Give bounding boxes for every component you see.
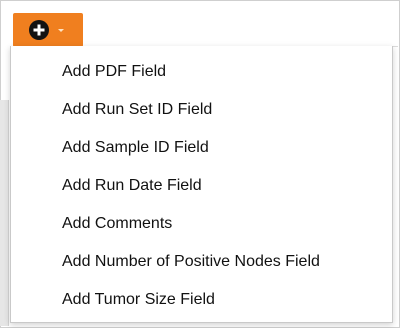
menu-item-add-run-set-id-field[interactable]: Add Run Set ID Field: [11, 91, 392, 129]
left-panel-edge: [0, 100, 9, 326]
plus-circle-icon: [29, 20, 49, 40]
menu-item-add-number-of-positive-nodes-field[interactable]: Add Number of Positive Nodes Field: [11, 243, 392, 281]
menu-item-add-sample-id-field[interactable]: Add Sample ID Field: [11, 129, 392, 167]
menu-item-add-pdf-field[interactable]: Add PDF Field: [11, 53, 392, 91]
add-field-menu: Add PDF Field Add Run Set ID Field Add S…: [10, 46, 393, 323]
add-field-dropdown-button[interactable]: [13, 13, 83, 47]
menu-item-add-run-date-field[interactable]: Add Run Date Field: [11, 167, 392, 205]
menu-item-add-tumor-size-field[interactable]: Add Tumor Size Field: [11, 281, 392, 319]
caret-down-icon: [58, 29, 64, 32]
menu-item-add-comments[interactable]: Add Comments: [11, 205, 392, 243]
